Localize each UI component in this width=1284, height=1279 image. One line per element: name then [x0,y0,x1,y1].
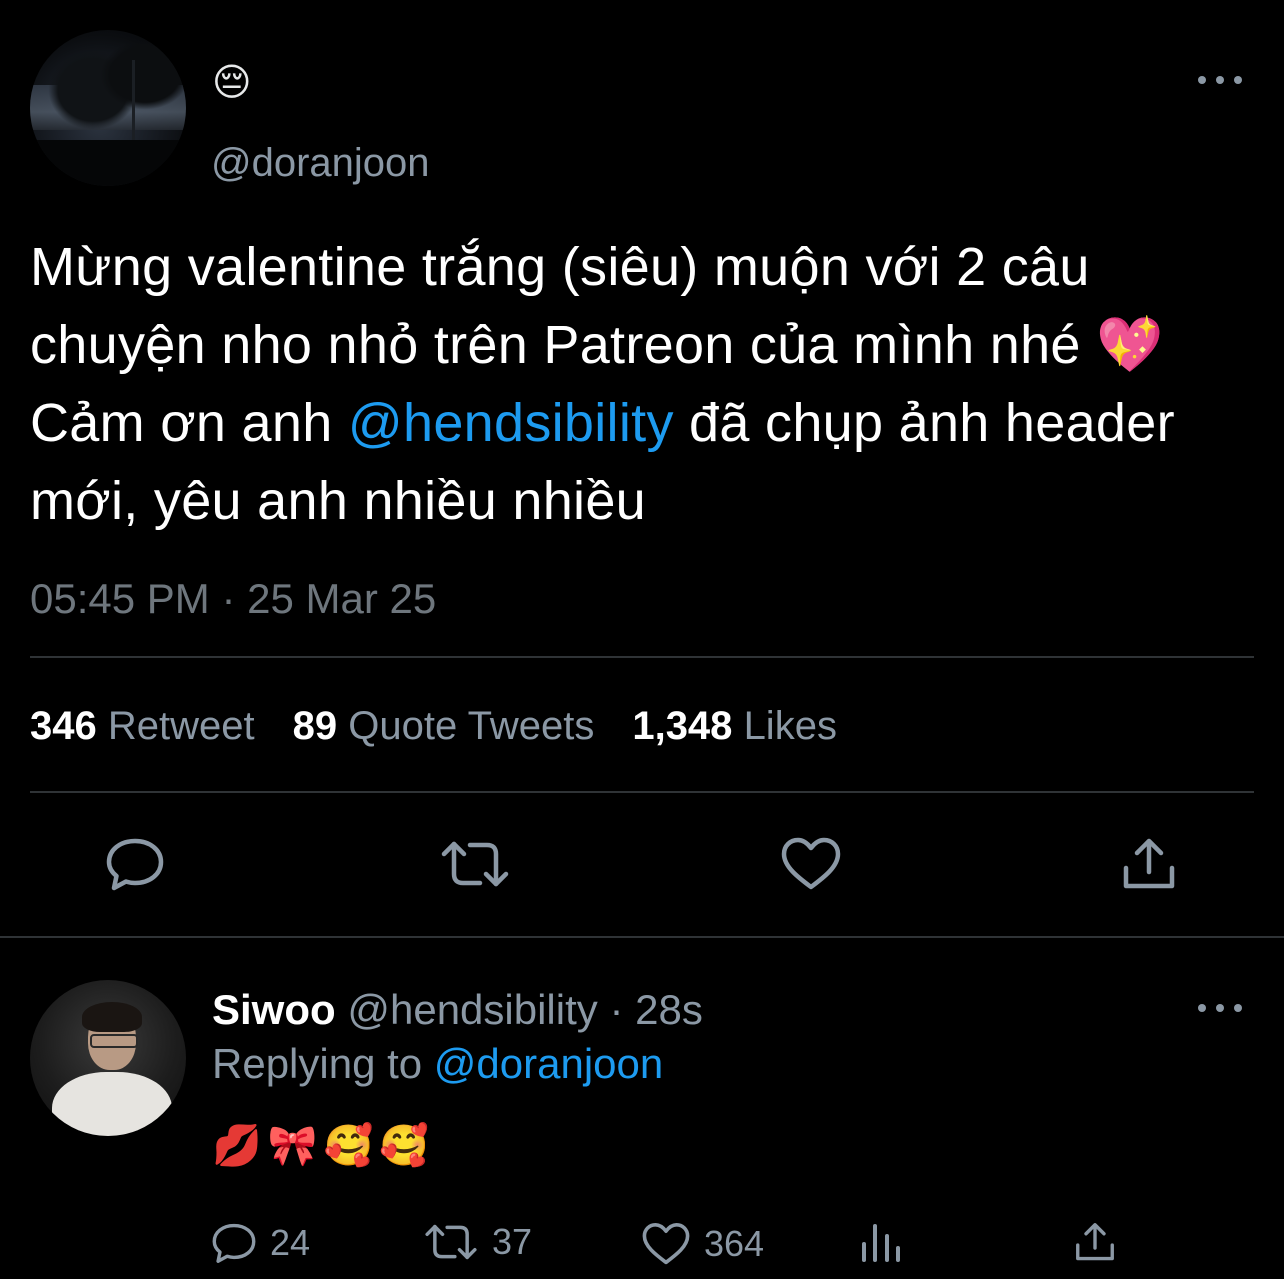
retweet-label: Retweet [107,704,255,748]
divider [30,656,1254,658]
mention-link[interactable]: @hendsibility [348,393,674,453]
reply-author-handle[interactable]: @hendsibility [347,986,597,1033]
heart-icon [642,1223,690,1265]
share-icon [1123,838,1175,889]
author-display-name[interactable]: 😔 [212,62,252,104]
replying-prefix: Replying to [212,1040,423,1087]
replying-to-mention[interactable]: @doranjoon [434,1040,663,1087]
reply-like-button[interactable]: 364 [642,1222,764,1266]
reply-reply-count: 24 [270,1222,311,1263]
divider [0,936,1284,938]
retweet-count: 346 [30,704,97,748]
quote-count: 89 [292,704,338,748]
reply-analytics-button[interactable] [860,1220,902,1264]
share-icon [1076,1223,1114,1261]
reply-retweet-count: 37 [492,1221,533,1262]
reply-share-button[interactable] [1074,1220,1116,1264]
tweet-text: Mừng valentine trắng (siêu) muộn với 2 c… [30,228,1260,540]
quote-label: Quote Tweets [348,704,595,748]
reply-time[interactable]: 28s [635,986,703,1033]
divider [30,791,1254,793]
reply-author-name[interactable]: Siwoo [212,986,336,1033]
tweet-timestamp: 05:45 PM · 25 Mar 25 [30,575,437,622]
retweet-icon [441,841,509,887]
likes-count: 1,348 [632,704,733,748]
heart-icon [781,837,841,890]
share-button[interactable] [1116,832,1182,896]
retweet-button[interactable] [438,832,512,896]
reply-author-avatar[interactable] [30,980,186,1136]
retweet-stat[interactable]: 346 Retweet [30,702,255,750]
reply-icon [212,1223,256,1263]
reply-reply-button[interactable]: 24 [212,1222,310,1264]
reply-more-options-icon[interactable] [1198,998,1242,1018]
replying-to: Replying to @doranjoon [212,1040,663,1088]
retweet-icon [425,1224,477,1260]
more-options-icon[interactable] [1198,70,1242,90]
quote-stat[interactable]: 89 Quote Tweets [293,702,595,750]
tweet-stats: 346 Retweet 89 Quote Tweets 1,348 Likes [30,702,837,750]
reply-icon [106,838,164,891]
reply-button[interactable] [100,832,170,896]
reply-header: Siwoo @hendsibility · 28s [212,986,703,1034]
likes-label: Likes [743,704,837,748]
reply-retweet-button[interactable]: 37 [424,1222,532,1262]
author-handle[interactable]: @doranjoon [211,140,430,186]
separator-dot: · [609,986,624,1033]
author-avatar[interactable] [30,30,186,186]
like-button[interactable] [778,832,844,896]
analytics-icon [862,1224,900,1262]
likes-stat[interactable]: 1,348 Likes [632,702,837,750]
reply-text: 💋🎀🥰🥰 [212,1124,436,1168]
reply-like-count: 364 [704,1223,765,1264]
